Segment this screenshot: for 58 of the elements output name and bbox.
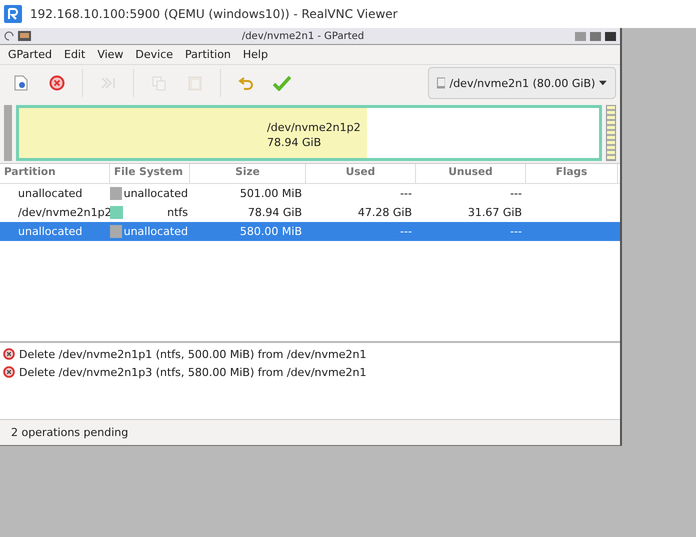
window-title: 192.168.10.100:5900 (QEMU (windows10)) - RealVNC Viewer [30,7,398,21]
size-cell-text: 78.94 GiB [246,206,303,219]
menu-item[interactable]: Device [129,48,180,61]
skip-forward-icon [100,75,116,91]
used-cell-text: --- [399,225,413,238]
column-header[interactable]: Partition [0,164,110,183]
partition-cell-text: /dev/nvme2n1p2 [17,206,110,219]
file-system-cell: ntfs [167,206,188,219]
unused-cell-text: --- [509,225,523,238]
drive-icon [437,76,446,90]
minimize-button[interactable] [575,32,586,40]
status-text: 2 operations pending [11,426,128,439]
undo-arrow-icon [238,76,254,90]
menu-item[interactable]: GParted [2,48,58,61]
partition-segment[interactable]: /dev/nvme2n1p2 78.94 GiB [16,105,602,161]
partition-cell-text: unallocated [17,187,84,200]
spiral-icon [4,31,14,41]
unallocated-segment [606,105,616,161]
unused-cell-text: --- [509,187,523,200]
table-row[interactable]: unallocated unallocated 501.00 MiB --- --- [0,184,620,203]
partition-cell-text: unallocated [17,225,84,238]
disk-icon [18,31,31,41]
file-system-cell: unallocated [124,187,188,200]
column-header[interactable]: File System [110,164,190,183]
used-cell-text: --- [399,187,413,200]
file-system-cell: unallocated [124,225,188,238]
menu-item[interactable]: Edit [58,48,92,61]
size-cell-text: 580.00 MiB [238,225,303,238]
column-header[interactable]: Size [190,164,306,183]
size-cell-text: 501.00 MiB [238,187,303,200]
operation-item[interactable]: Delete /dev/nvme2n1p1 (ntfs, 500.00 MiB) from /dev/nvme2n1 [19,348,366,360]
clipboard-icon [187,75,203,91]
delete-icon [3,366,15,378]
partition-name: /dev/nvme2n1p2 [267,120,361,135]
column-header[interactable]: Unused [416,164,526,183]
column-header[interactable]: Used [306,164,416,183]
unallocated-segment [4,105,12,161]
table-row[interactable]: unallocated unallocated 580.00 MiB --- --- [0,222,620,241]
window-title: /dev/nvme2n1 - GParted [240,30,366,42]
used-cell-text: 47.28 GiB [356,206,413,219]
menu-item[interactable]: Help [236,48,274,61]
new-document-icon [14,75,28,91]
table-row[interactable]: /dev/nvme2n1p2 ntfs 78.94 GiB 47.28 GiB 31.67 GiB [0,203,620,222]
partition-size: 78.94 GiB [267,135,322,150]
maximize-button[interactable] [590,32,601,40]
app-logo-icon [4,5,22,23]
checkmark-icon [273,75,291,91]
caret-icon [599,80,607,86]
column-header[interactable]: Flags [526,164,618,183]
operation-item[interactable]: Delete /dev/nvme2n1p3 (ntfs, 580.00 MiB) from /dev/nvme2n1 [19,366,366,378]
unused-cell-text: 31.67 GiB [466,206,523,219]
close-button[interactable] [605,32,616,40]
delete-icon [3,348,15,360]
menu-item[interactable]: Partition [179,48,237,61]
delete-icon [49,75,65,91]
device-dropdown[interactable]: /dev/nvme2n1 (80.00 GiB) [428,67,616,99]
copy-icon [151,75,167,91]
menu-item[interactable]: View [91,48,130,61]
